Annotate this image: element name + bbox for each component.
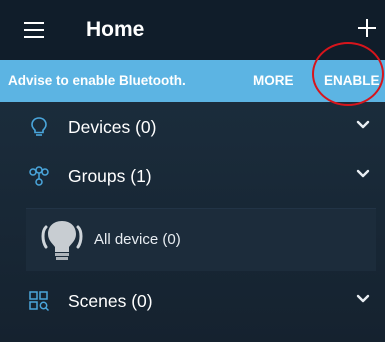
section-devices[interactable]: Devices (0) — [0, 104, 385, 152]
add-icon[interactable] — [357, 17, 377, 39]
group-nodes-icon — [29, 166, 49, 186]
more-button[interactable]: MORE — [253, 73, 294, 88]
highlight-circle-annotation — [312, 42, 384, 106]
section-scenes[interactable]: Scenes (0) — [0, 278, 385, 326]
group-item-label: All device (0) — [94, 231, 181, 248]
scenes-label: Scenes (0) — [68, 291, 153, 311]
scenes-grid-icon — [29, 291, 50, 312]
hamburger-menu-icon[interactable] — [24, 22, 44, 38]
section-groups[interactable]: Groups (1) — [0, 153, 385, 201]
chevron-down-icon[interactable] — [356, 169, 370, 179]
bulb-icon — [41, 221, 83, 260]
bluetooth-message: Advise to enable Bluetooth. — [8, 73, 186, 88]
chevron-down-icon[interactable] — [356, 294, 370, 304]
page-title: Home — [86, 18, 145, 41]
devices-label: Devices (0) — [68, 117, 157, 137]
lightbulb-outline-icon — [31, 117, 47, 136]
group-item-all-device[interactable]: All device (0) — [26, 208, 376, 271]
chevron-down-icon[interactable] — [356, 120, 370, 130]
groups-label: Groups (1) — [68, 166, 152, 186]
